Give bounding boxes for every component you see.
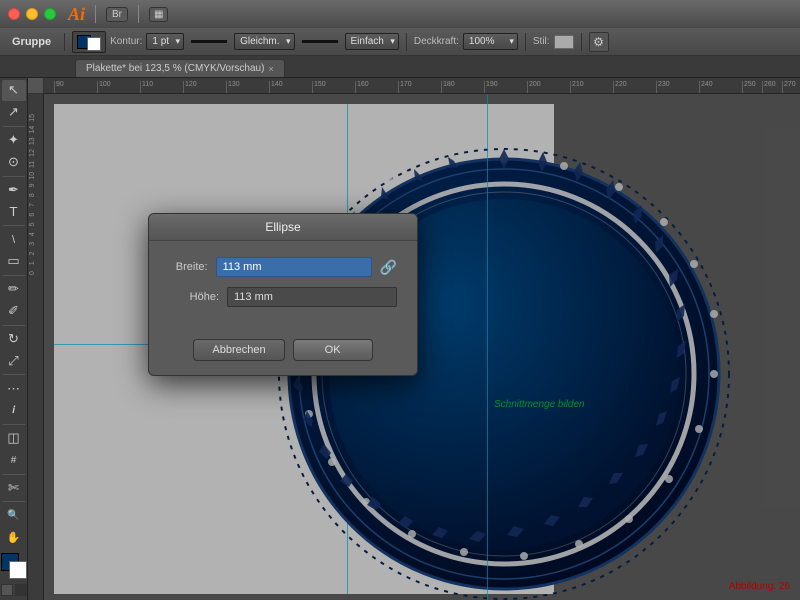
ruler-corner (28, 78, 44, 94)
tool-lasso[interactable]: ⊙ (2, 152, 26, 173)
tool-gradient[interactable]: ◫ (2, 428, 26, 449)
tool-text[interactable]: T (2, 201, 26, 222)
tool-separator (3, 424, 25, 425)
tool-pen[interactable]: ✒ (2, 179, 26, 200)
tool-magic-wand[interactable]: ✦ (2, 130, 26, 151)
view-mode-buttons (1, 584, 27, 596)
separator (95, 5, 96, 23)
stroke-swatch[interactable] (87, 37, 101, 51)
dialog-title: Ellipse (149, 214, 417, 241)
settings-button[interactable]: ⚙ (589, 32, 609, 52)
tools-panel: ↖ ↗ ✦ ⊙ ✒ T \ ▭ ✏ ✐ ↻ ⤢ ⋯ 𝒊 ◫ # ✄ 🔍 ✋ (0, 78, 28, 600)
kontur-label: Kontur: (110, 36, 142, 47)
normal-mode-btn[interactable] (1, 584, 13, 596)
ellipse-dialog: Ellipse Breite: 🔗 Höhe: Abbrechen OK (148, 213, 418, 376)
dialog-body: Breite: 🔗 Höhe: (149, 241, 417, 333)
stil-label: Stil: (533, 36, 550, 47)
app-logo: Ai (68, 4, 85, 25)
main-toolbar: Gruppe Kontur: 1 pt Gleichm. Einfach Dec… (0, 28, 800, 56)
tool-scale[interactable]: ⤢ (2, 350, 26, 371)
color-section (0, 549, 28, 600)
background-color[interactable] (9, 561, 27, 579)
close-button[interactable] (8, 8, 20, 20)
dialog-buttons: Abbrechen OK (149, 333, 417, 375)
tool-separator (3, 325, 25, 326)
maximize-button[interactable] (44, 8, 56, 20)
ok-button[interactable]: OK (293, 339, 373, 361)
document-tab[interactable]: Plakette* bei 123,5 % (CMYK/Vorschau) × (75, 59, 285, 77)
breite-label: Breite: (169, 261, 208, 273)
bridge-button[interactable]: Br (106, 7, 128, 22)
canvas-area[interactable]: 90 100 110 120 130 140 150 160 170 180 1… (28, 78, 800, 600)
tool-hand[interactable]: ✋ (2, 527, 26, 548)
color-swatches[interactable] (1, 553, 27, 579)
tool-zoom[interactable]: 🔍 (2, 505, 26, 526)
screen-mode-btn[interactable] (15, 584, 27, 596)
document-tab-bar: Plakette* bei 123,5 % (CMYK/Vorschau) × (0, 56, 800, 78)
toolbar-divider (525, 33, 526, 51)
cancel-button[interactable]: Abbrechen (193, 339, 284, 361)
toolbar-divider (581, 33, 582, 51)
tool-line[interactable]: \ (2, 229, 26, 250)
tool-brush[interactable]: ✏ (2, 279, 26, 300)
tool-separator (3, 176, 25, 177)
lock-icon[interactable]: 🔗 (380, 259, 397, 276)
tool-separator (3, 225, 25, 226)
stroke-preview2 (302, 40, 338, 43)
stroke-width-dropdown[interactable]: 1 pt (146, 33, 184, 50)
tool-rotate[interactable]: ↻ (2, 328, 26, 349)
style-preview[interactable] (554, 35, 574, 49)
tool-eyedropper[interactable]: 𝒊 (2, 400, 26, 421)
toolbar-divider (64, 33, 65, 51)
breite-input[interactable] (216, 257, 372, 277)
tool-separator (3, 374, 25, 375)
minimize-button[interactable] (26, 8, 38, 20)
stroke-style2-dropdown[interactable]: Einfach (345, 33, 399, 50)
gruppe-label: Gruppe (6, 36, 57, 48)
deckkraft-dropdown[interactable]: 100% (463, 33, 518, 50)
toolbar-divider (406, 33, 407, 51)
tool-pencil[interactable]: ✐ (2, 301, 26, 322)
hoehe-label: Höhe: (169, 291, 219, 303)
dialog-overlay: Ellipse Breite: 🔗 Höhe: Abbrechen OK (28, 78, 800, 600)
tool-selection[interactable]: ↖ (2, 80, 26, 101)
stroke-preview (191, 40, 227, 43)
hoehe-row: Höhe: (169, 287, 397, 307)
tool-separator (3, 474, 25, 475)
tool-separator (3, 126, 25, 127)
fill-stroke-control[interactable] (72, 31, 106, 53)
doc-tab-title: Plakette* bei 123,5 % (CMYK/Vorschau) (86, 63, 264, 74)
breite-row: Breite: 🔗 (169, 257, 397, 277)
tool-blend[interactable]: ⋯ (2, 378, 26, 399)
deckkraft-label: Deckkraft: (414, 36, 459, 47)
layout-button[interactable]: ▦ (149, 7, 168, 22)
tool-direct-selection[interactable]: ↗ (2, 102, 26, 123)
separator (138, 5, 139, 23)
hoehe-input[interactable] (227, 287, 397, 307)
main-area: ↖ ↗ ✦ ⊙ ✒ T \ ▭ ✏ ✐ ↻ ⤢ ⋯ 𝒊 ◫ # ✄ 🔍 ✋ (0, 78, 800, 600)
stroke-style1-dropdown[interactable]: Gleichm. (234, 33, 294, 50)
tool-separator (3, 275, 25, 276)
title-bar: Ai Br ▦ (0, 0, 800, 28)
tool-rect[interactable]: ▭ (2, 251, 26, 272)
tool-mesh[interactable]: # (2, 450, 26, 471)
doc-tab-close[interactable]: × (268, 64, 273, 74)
tool-separator (3, 501, 25, 502)
tool-scissors[interactable]: ✄ (2, 478, 26, 499)
